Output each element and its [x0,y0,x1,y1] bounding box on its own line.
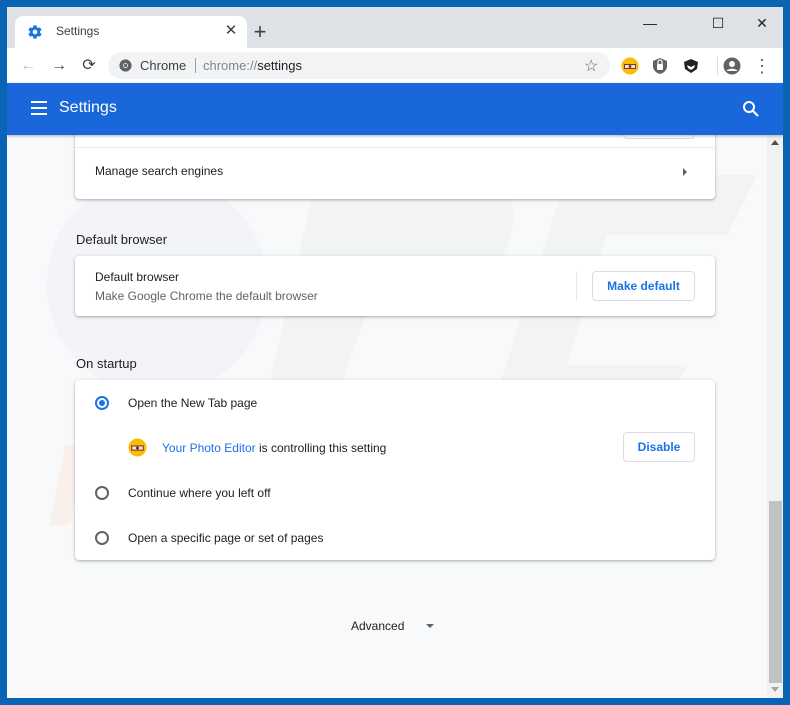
forward-icon[interactable]: → [48,55,70,77]
helmet-extension-icon[interactable] [682,57,700,75]
page-title: Settings [59,99,117,116]
search-engine-dropdown[interactable] [623,135,695,139]
settings-content: risk.com Manage search engines Default b… [7,135,767,698]
startup-option-label: Open the New Tab page [128,396,258,410]
toolbar-separator [717,57,718,75]
chrome-logo-icon [119,59,132,72]
gear-icon [28,25,42,39]
vertical-divider [576,271,577,301]
chevron-down-icon [426,624,434,628]
minimize-icon[interactable]: — [635,13,665,33]
chevron-right-icon [683,168,687,176]
photo-editor-extension-icon[interactable] [621,57,639,75]
startup-option-label: Continue where you left off [128,486,271,500]
radio-new-tab[interactable] [95,396,109,410]
maximize-icon[interactable]: ☐ [703,13,733,33]
settings-header: Settings [7,83,783,135]
bookmark-star-icon[interactable]: ☆ [584,56,598,76]
scroll-up-arrow-icon[interactable] [771,140,779,145]
scrollbar-thumb[interactable] [769,501,782,683]
browser-toolbar: ← → ⟳ Chrome chrome://settings ☆ ⋮ [7,48,783,83]
new-tab-button[interactable]: + [250,21,270,43]
back-icon[interactable]: ← [17,55,39,77]
default-browser-subtitle: Make Google Chrome the default browser [95,289,318,303]
search-icon[interactable] [741,99,761,119]
advanced-label: Advanced [351,619,405,633]
more-menu-icon[interactable]: ⋮ [751,55,773,77]
manage-search-engines-row[interactable]: Manage search engines [75,148,715,199]
advanced-toggle[interactable]: Advanced [347,613,447,637]
default-browser-card: Default browser Make Google Chrome the d… [75,256,715,316]
hamburger-menu-icon[interactable] [31,101,47,115]
close-tab-icon[interactable]: ✕ [221,21,241,41]
search-engine-card: Manage search engines [75,135,715,199]
extension-notice-text: Your Photo Editor is controlling this se… [162,441,387,455]
disable-extension-button[interactable]: Disable [623,432,695,462]
photo-editor-extension-icon [128,438,147,457]
radio-specific-pages[interactable] [95,531,109,545]
tab-title: Settings [56,24,100,38]
url-text: chrome://settings [203,58,302,73]
profile-avatar-icon[interactable] [723,57,741,75]
manage-search-engines-label: Manage search engines [95,164,224,178]
shield-extension-icon[interactable] [651,57,669,75]
site-label: Chrome [140,58,187,73]
browser-window: Settings ✕ + — ☐ ✕ ← → ⟳ Chrome chrome:/… [7,7,783,698]
startup-option-specific-pages[interactable]: Open a specific page or set of pages [75,515,715,560]
default-browser-title: Default browser [95,270,180,284]
address-bar[interactable]: Chrome chrome://settings ☆ [108,52,610,79]
default-browser-heading: Default browser [76,232,168,247]
extension-name-link[interactable]: Your Photo Editor [162,441,256,455]
make-default-button[interactable]: Make default [592,271,695,301]
scroll-down-arrow-icon[interactable] [771,687,779,692]
on-startup-card: Open the New Tab page Your Photo Editor … [75,380,715,560]
startup-option-continue[interactable]: Continue where you left off [75,470,715,515]
tab-settings[interactable]: Settings ✕ [15,16,247,48]
startup-option-new-tab[interactable]: Open the New Tab page [75,380,715,425]
startup-option-label: Open a specific page or set of pages [128,531,324,545]
close-window-icon[interactable]: ✕ [747,13,777,33]
extension-control-notice: Your Photo Editor is controlling this se… [75,425,715,470]
reload-icon[interactable]: ⟳ [78,55,100,77]
tab-strip: Settings ✕ + — ☐ ✕ [7,7,783,48]
radio-continue[interactable] [95,486,109,500]
omnibox-separator [195,58,196,73]
on-startup-heading: On startup [76,356,137,371]
vertical-scrollbar[interactable] [767,135,783,698]
